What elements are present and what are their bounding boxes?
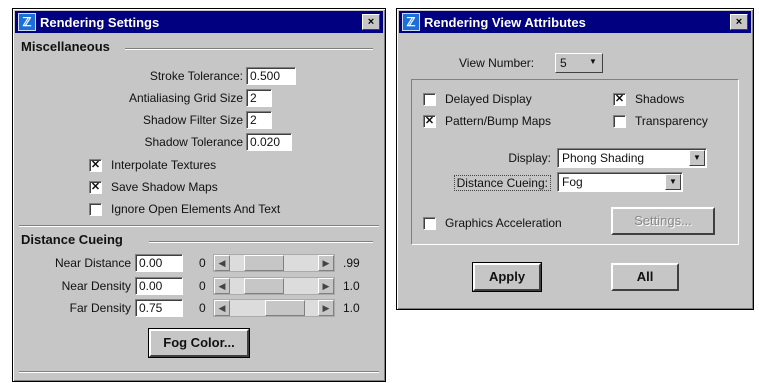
transparency-checkbox[interactable] [613, 115, 626, 128]
display-value: Phong Shading [562, 151, 645, 165]
all-button[interactable]: All [611, 263, 679, 291]
slider-thumb[interactable] [244, 255, 285, 271]
slider-left-arrow-icon[interactable]: ◀ [214, 278, 230, 294]
near-density-label: Near Density [61, 279, 131, 293]
ignore-open-elements-checkbox[interactable] [89, 203, 102, 216]
near-distance-input[interactable]: 0.00 [135, 254, 183, 272]
dropdown-arrow-icon[interactable]: ▼ [665, 174, 681, 190]
near-distance-min: 0 [199, 256, 206, 270]
view-attributes-dialog: ℤ Rendering View Attributes × View Numbe… [396, 8, 754, 310]
slider-thumb[interactable] [244, 278, 285, 294]
shadow-tolerance-input[interactable]: 0.020 [246, 133, 292, 151]
antialiasing-grid-label: Antialiasing Grid Size [128, 91, 243, 105]
close-icon[interactable]: × [730, 14, 748, 30]
app-icon: ℤ [18, 13, 36, 31]
slider-left-arrow-icon[interactable]: ◀ [214, 255, 230, 271]
distance-group-title: Distance Cueing [21, 232, 123, 247]
ignore-open-elements-label: Ignore Open Elements And Text [111, 202, 281, 216]
far-density-label: Far Density [69, 301, 131, 315]
fog-color-button[interactable]: Fog Color... [148, 328, 250, 358]
far-density-min: 0 [199, 301, 206, 315]
slider-left-arrow-icon[interactable]: ◀ [214, 300, 230, 316]
title-bar[interactable]: ℤ Rendering View Attributes × [399, 11, 751, 33]
pattern-bump-label: Pattern/Bump Maps [445, 114, 552, 128]
distance-cueing-value: Fog [562, 175, 583, 189]
near-density-slider[interactable]: ◀ ▶ [213, 277, 335, 295]
dropdown-arrow-icon[interactable]: ▼ [585, 55, 601, 71]
distance-cueing-dropdown[interactable]: Fog ▼ [557, 172, 683, 192]
antialiasing-grid-input[interactable]: 2 [246, 89, 272, 107]
title-bar[interactable]: ℤ Rendering Settings × [15, 11, 383, 33]
near-density-input[interactable]: 0.00 [135, 277, 183, 295]
shadow-tolerance-label: Shadow Tolerance [144, 135, 243, 149]
near-distance-max: .99 [343, 256, 360, 270]
save-shadow-maps-label: Save Shadow Maps [111, 180, 218, 194]
far-density-slider[interactable]: ◀ ▶ [213, 299, 335, 317]
apply-button[interactable]: Apply [472, 262, 542, 292]
slider-right-arrow-icon[interactable]: ▶ [318, 255, 334, 271]
transparency-label: Transparency [635, 114, 708, 128]
distance-divider [149, 241, 373, 243]
misc-group-title: Miscellaneous [21, 39, 110, 54]
near-density-max: 1.0 [343, 279, 360, 293]
dropdown-arrow-icon[interactable]: ▼ [689, 150, 705, 166]
dialog-title: Rendering Settings [40, 14, 160, 30]
delayed-display-label: Delayed Display [445, 92, 532, 106]
shadows-label: Shadows [635, 92, 685, 106]
view-number-dropdown[interactable]: 5 ▼ [555, 53, 603, 73]
slider-right-arrow-icon[interactable]: ▶ [318, 278, 334, 294]
slider-right-arrow-icon[interactable]: ▶ [318, 300, 334, 316]
graphics-acceleration-checkbox[interactable] [423, 217, 436, 230]
near-distance-slider[interactable]: ◀ ▶ [213, 254, 335, 272]
display-dropdown[interactable]: Phong Shading ▼ [557, 148, 707, 168]
app-icon: ℤ [402, 13, 420, 31]
distance-cueing-label: Distance Cueing: [453, 175, 551, 191]
settings-button[interactable]: Settings... [611, 207, 715, 235]
pattern-bump-checkbox[interactable]: ✕ [423, 115, 436, 128]
near-density-min: 0 [199, 279, 206, 293]
rendering-settings-dialog: ℤ Rendering Settings × Miscellaneous Str… [12, 8, 386, 382]
misc-divider [125, 48, 373, 50]
dialog-title: Rendering View Attributes [424, 14, 586, 30]
save-shadow-maps-checkbox[interactable]: ✕ [89, 181, 102, 194]
near-distance-label: Near Distance [54, 256, 131, 270]
interpolate-textures-checkbox[interactable]: ✕ [89, 159, 102, 172]
display-label: Display: [508, 151, 551, 165]
slider-thumb[interactable] [264, 300, 305, 316]
view-number-value: 5 [560, 56, 567, 70]
section-divider [19, 225, 379, 227]
far-density-max: 1.0 [343, 301, 360, 315]
shadows-checkbox[interactable]: ✕ [613, 93, 626, 106]
interpolate-textures-label: Interpolate Textures [111, 158, 217, 172]
close-icon[interactable]: × [362, 14, 380, 30]
shadow-filter-input[interactable]: 2 [246, 111, 272, 129]
view-number-label: View Number: [459, 56, 535, 70]
stroke-tolerance-label: Stroke Tolerance: [149, 69, 243, 83]
graphics-acceleration-label: Graphics Acceleration [445, 216, 562, 230]
shadow-filter-label: Shadow Filter Size [142, 113, 243, 127]
bottom-divider [19, 371, 379, 373]
far-density-input[interactable]: 0.75 [135, 299, 183, 317]
stroke-tolerance-input[interactable]: 0.500 [246, 67, 296, 85]
delayed-display-checkbox[interactable] [423, 93, 436, 106]
